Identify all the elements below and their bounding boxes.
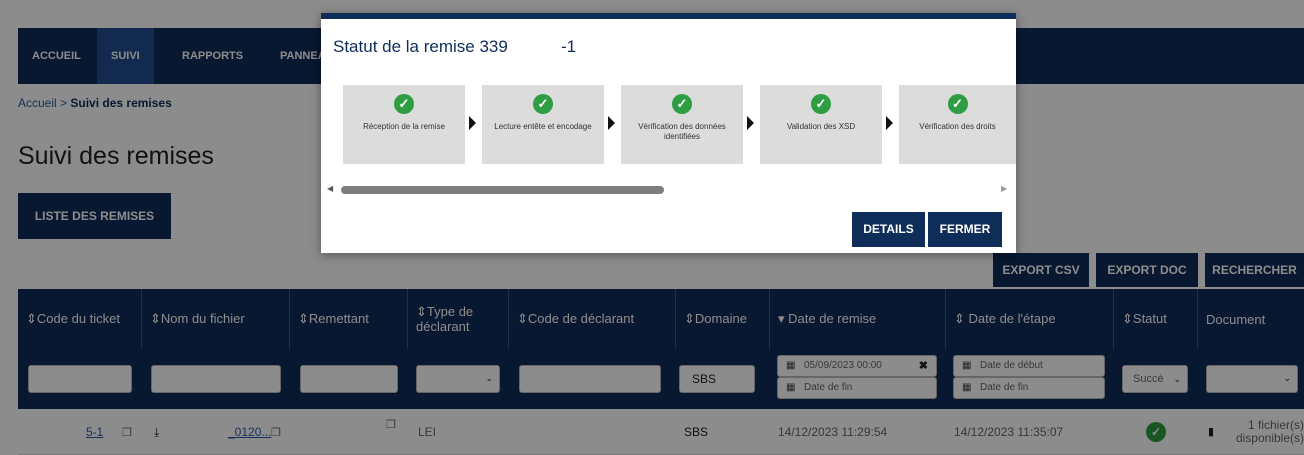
scroll-right-icon[interactable]: ▶ — [1001, 184, 1007, 193]
step-validation-xsd: ✓ Validation des XSD — [760, 85, 882, 164]
step-reception: ✓ Réception de la remise — [343, 85, 465, 164]
step-label: Réception de la remise — [363, 122, 445, 131]
step-label: Validation des XSD — [786, 122, 856, 131]
arrow-right-icon — [747, 116, 754, 130]
check-icon: ✓ — [811, 94, 831, 114]
fermer-button[interactable]: FERMER — [928, 212, 1002, 247]
step-label: Lecture entête et encodage — [494, 122, 592, 131]
check-icon: ✓ — [533, 94, 553, 114]
modal-title-suffix: -1 — [561, 37, 577, 56]
check-icon: ✓ — [394, 94, 414, 114]
arrow-right-icon — [469, 116, 476, 130]
step-verification-donnees: ✓ Vérification des données identifiées — [621, 85, 743, 164]
horizontal-scrollbar-thumb[interactable] — [341, 186, 664, 194]
scroll-left-icon[interactable]: ◀ — [327, 184, 333, 193]
step-lecture: ✓ Lecture entête et encodage — [482, 85, 604, 164]
step-verification-droits: ✓ Vérification des droits — [899, 85, 1016, 164]
modal-title: Statut de la remise 339 — [333, 37, 508, 56]
step-label: Vérification des droits — [919, 122, 996, 131]
details-button[interactable]: DETAILS — [852, 212, 925, 247]
arrow-right-icon — [608, 116, 615, 130]
status-modal: Statut de la remise 339 -1 ✓ Réception d… — [321, 13, 1016, 253]
check-icon: ✓ — [947, 94, 968, 114]
step-label: Vérification des données identifiées — [638, 122, 726, 141]
check-icon: ✓ — [672, 94, 692, 114]
arrow-right-icon — [886, 116, 893, 130]
